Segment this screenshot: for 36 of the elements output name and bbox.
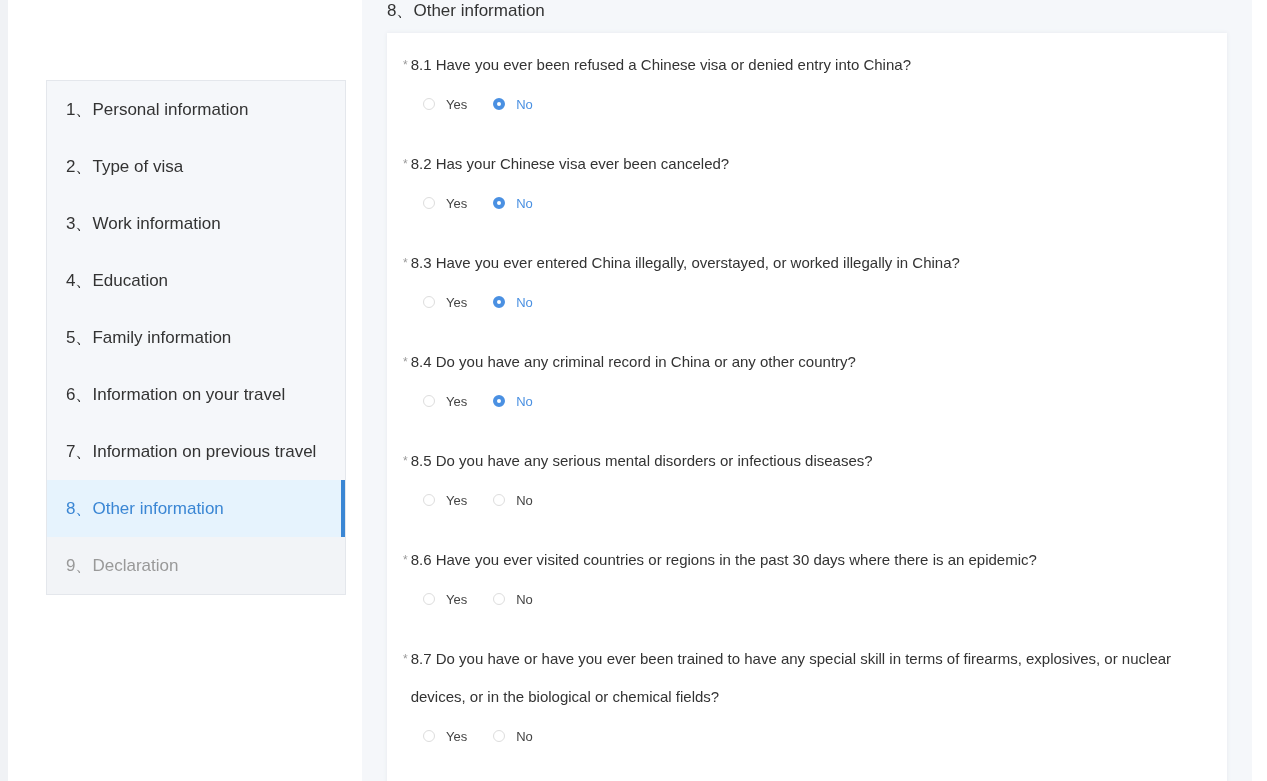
- question-text: 8.7 Do you have or have you ever been trained to have any special skill in terms of firearms, explosives, or nuclear devices, or in the biological or chemical fields?: [410, 649, 1173, 707]
- sidebar-item[interactable]: 5、Family information: [47, 309, 345, 366]
- question-text: 8.3 Have you ever entered China illegally, overstayed, or worked illegally in China?: [410, 253, 961, 273]
- radio-button[interactable]: [493, 296, 506, 308]
- radio-label[interactable]: No: [516, 591, 533, 607]
- required-mark: *: [403, 453, 408, 470]
- sidebar-item[interactable]: 1、Personal information: [47, 81, 345, 138]
- radio-button[interactable]: [493, 98, 506, 110]
- radio-label[interactable]: Yes: [446, 492, 468, 508]
- sidebar-item[interactable]: 2、Type of visa: [47, 138, 345, 195]
- sidebar-item[interactable]: 6、Information on your travel: [47, 366, 345, 423]
- radio-label[interactable]: Yes: [446, 195, 468, 211]
- question-text: 8.4 Do you have any criminal record in China or any other country?: [410, 352, 857, 372]
- radio-label[interactable]: No: [516, 728, 533, 744]
- required-mark: *: [403, 651, 408, 668]
- radio-label[interactable]: Yes: [446, 591, 468, 607]
- question-text: 8.5 Do you have any serious mental disorders or infectious diseases?: [410, 451, 874, 471]
- question-text: 8.6 Have you ever visited countries or regions in the past 30 days where there is an epidemic?: [410, 550, 1038, 570]
- required-mark: *: [403, 57, 408, 74]
- radio-button[interactable]: [493, 395, 506, 407]
- question-text: 8.1 Have you ever been refused a Chinese visa or denied entry into China?: [410, 55, 912, 75]
- required-mark: *: [403, 156, 408, 173]
- radio-label[interactable]: Yes: [446, 294, 468, 310]
- required-mark: *: [403, 552, 408, 569]
- required-mark: *: [403, 354, 408, 371]
- question-text: 8.2 Has your Chinese visa ever been canceled?: [410, 154, 731, 174]
- sidebar-item[interactable]: 4、Education: [47, 252, 345, 309]
- radio-label[interactable]: Yes: [446, 393, 468, 409]
- sidebar-item[interactable]: 3、Work information: [47, 195, 345, 252]
- required-mark: *: [403, 255, 408, 272]
- radio-button[interactable]: [493, 197, 506, 209]
- radio-label[interactable]: No: [516, 492, 533, 508]
- sidebar-item[interactable]: 7、Information on previous travel: [47, 423, 345, 480]
- section-title: 8、Other information: [387, 0, 546, 22]
- radio-label[interactable]: Yes: [446, 96, 468, 112]
- radio-label[interactable]: Yes: [446, 728, 468, 744]
